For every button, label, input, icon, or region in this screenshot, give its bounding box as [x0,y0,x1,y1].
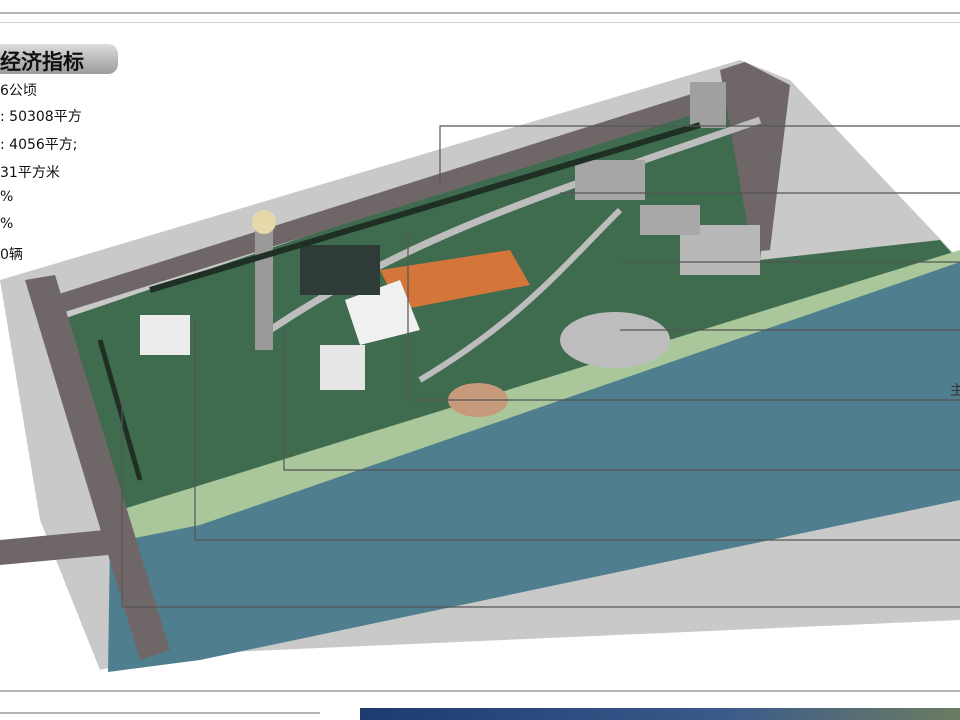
left-block [140,315,190,355]
tower-top [252,210,276,234]
panel-title: 经济指标 [0,50,84,74]
dark-garden [300,245,380,295]
mid-block [320,345,365,390]
stat-line-1: 6公顷 [0,83,37,99]
tower [255,220,273,350]
highrise [690,82,726,128]
stat-line-4: 31平方米 [0,165,60,181]
round-plaza [560,312,670,368]
stat-line-5: % [0,189,14,205]
stat-line-6: % [0,216,14,232]
stat-line-2: : 50308平方 [0,109,82,125]
stat-line-3: : 4056平方; [0,137,78,153]
factory-block [575,160,645,200]
bottom-left-line [0,712,320,714]
bottom-frame-line [0,690,960,692]
bottom-photo-strip [360,708,960,720]
stat-line-7: 0辆 [0,247,23,263]
edge-label: 主 [950,383,960,399]
site-plan-image [0,60,960,672]
warehouse [640,205,700,235]
